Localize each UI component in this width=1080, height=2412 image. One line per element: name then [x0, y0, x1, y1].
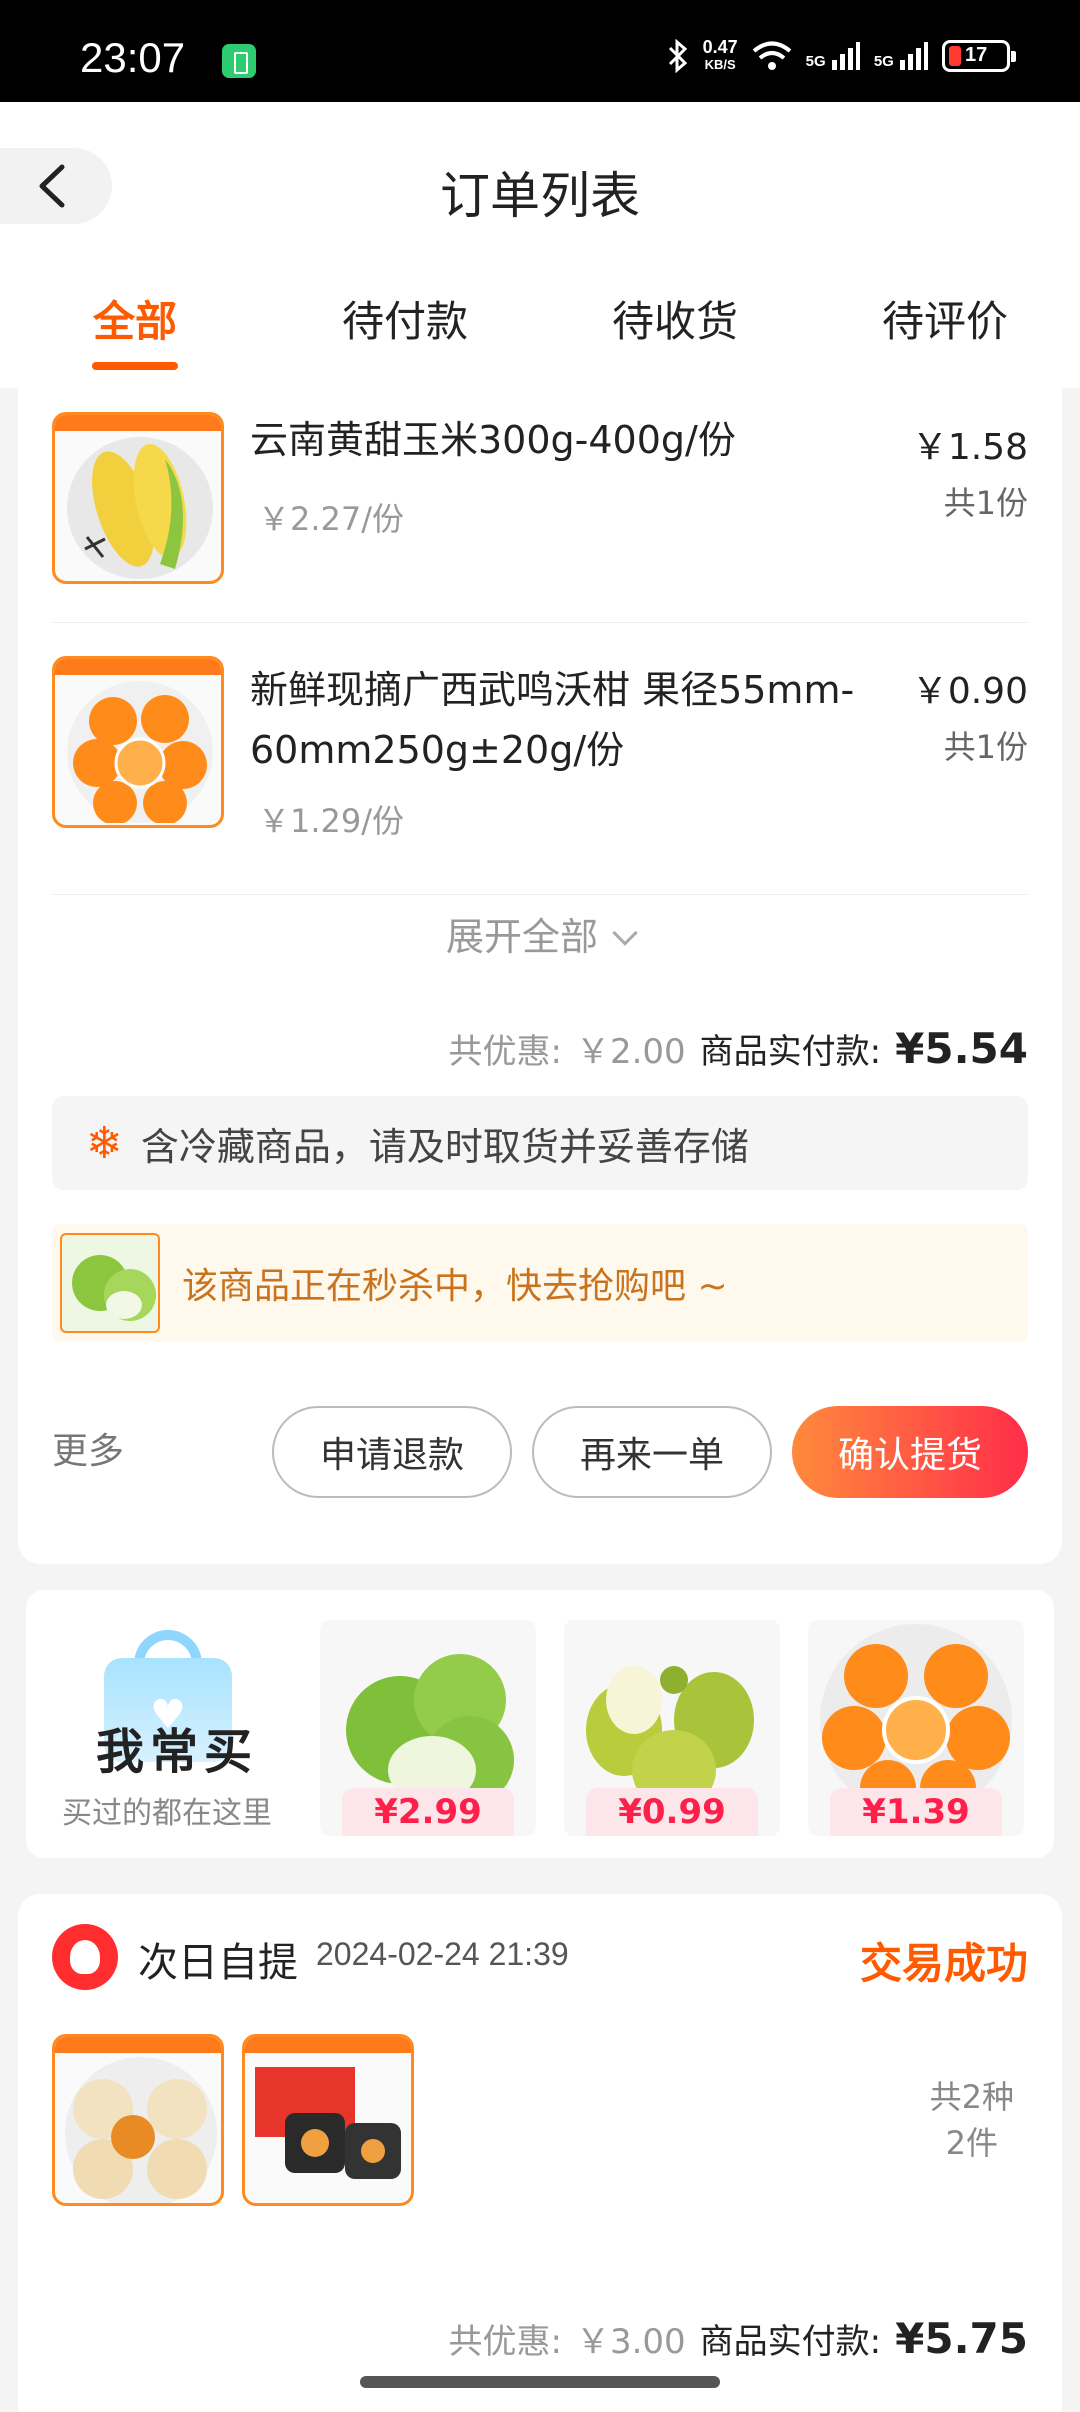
frequently-bought-subtitle: 买过的都在这里 — [62, 1796, 272, 1831]
frequent-product-price: ¥2.99 — [342, 1788, 514, 1836]
item-price: ￥0.90 — [911, 671, 1028, 712]
refund-button[interactable]: 申请退款 — [272, 1406, 512, 1498]
shop-logo-icon — [52, 1924, 118, 1990]
tab-pending-review[interactable]: 待评价 — [845, 288, 1045, 349]
item-price: ￥1.58 — [911, 427, 1028, 468]
item-name[interactable]: 新鲜现摘广西武鸣沃柑 果径55mm-60mm250g±20g/份 — [250, 660, 910, 780]
product-image-orange[interactable] — [52, 656, 224, 828]
tab-pending-receipt[interactable]: 待收货 — [575, 288, 775, 349]
order-status: 交易成功 — [859, 1939, 1028, 1988]
tab-all[interactable]: 全部 — [35, 288, 235, 349]
more-button[interactable]: 更多 — [52, 1422, 124, 1474]
status-time: 23:07 — [80, 34, 186, 81]
expand-all-button[interactable]: 展开全部 — [18, 906, 1062, 961]
signal-icon: 5G — [806, 42, 860, 70]
order-card[interactable]: 云南黄甜玉米300g-400g/份 ￥2.27/份 ￥1.58 共1份 新鲜现摘… — [18, 388, 1062, 1564]
item-name[interactable]: 云南黄甜玉米300g-400g/份 — [250, 410, 910, 470]
frequent-product-price: ¥0.99 — [586, 1788, 758, 1836]
page-title: 订单列表 — [440, 167, 640, 225]
frequently-bought-title: 我常买 — [96, 1724, 259, 1780]
item-unit-price: ￥2.27/份 — [258, 500, 405, 538]
frequent-product-price: ¥1.39 — [830, 1788, 1002, 1836]
product-image-corn[interactable] — [52, 412, 224, 584]
cold-storage-notice: ❄ 含冷藏商品，请及时取货并妥善存储 — [52, 1096, 1028, 1190]
flash-product-thumbnail — [60, 1233, 160, 1333]
battery-saver-icon — [222, 44, 256, 78]
confirm-pickup-button[interactable]: 确认提货 — [792, 1406, 1028, 1498]
chevron-down-icon — [612, 920, 638, 946]
item-quantity: 共1份 — [943, 728, 1028, 766]
flash-sale-text: 该商品正在秒杀中，快去抢购吧 ~ — [182, 1266, 728, 1307]
net-speed: 0.47 KB/S — [702, 37, 738, 72]
page-header: 订单列表 全部 待付款 待收货 待评价 — [0, 102, 1080, 388]
signal-icon-2: 5G — [874, 42, 928, 70]
home-indicator[interactable] — [360, 2376, 720, 2388]
reorder-button[interactable]: 再来一单 — [532, 1406, 772, 1498]
active-tab-indicator — [92, 362, 178, 370]
item-quantity: 共1份 — [943, 484, 1028, 522]
order-time: 2024-02-24 21:39 — [316, 1936, 569, 1972]
divider — [52, 622, 1028, 623]
bluetooth-icon — [668, 39, 687, 73]
tab-pending-payment[interactable]: 待付款 — [305, 288, 505, 349]
flash-sale-banner[interactable]: 该商品正在秒杀中，快去抢购吧 ~ — [52, 1224, 1028, 1342]
snowflake-icon: ❄ — [86, 1117, 123, 1169]
item-count: 共2种 2件 — [929, 2078, 1014, 2162]
status-icons: 0.47 KB/S 5G 5G 17 — [667, 36, 1016, 76]
product-image-buns[interactable] — [52, 2034, 224, 2206]
status-bar: 23:07 0.47 KB/S 5G 5G 17 — [0, 0, 1080, 102]
item-unit-price: ￥1.29/份 — [258, 802, 405, 840]
battery-icon: 17 — [942, 40, 1016, 72]
frequent-product[interactable]: ¥0.99 — [564, 1620, 780, 1836]
wifi-icon — [752, 41, 791, 70]
divider — [52, 894, 1028, 895]
order-summary: 共优惠: ￥3.00 商品实付款: ¥5.75 — [448, 2314, 1029, 2363]
frequent-product[interactable]: ¥2.99 — [320, 1620, 536, 1836]
order-card[interactable]: 次日自提 2024-02-24 21:39 交易成功 共2种 2件 共优惠: ￥… — [18, 1894, 1062, 2412]
shop-name: 次日自提 — [138, 1940, 298, 1986]
product-image-rice-roll[interactable] — [242, 2034, 414, 2206]
frequently-bought-section[interactable]: ♥ 我常买 买过的都在这里 ¥2.99 ¥0.99 ¥1.39 — [26, 1590, 1054, 1858]
frequent-product[interactable]: ¥1.39 — [808, 1620, 1024, 1836]
order-summary: 共优惠: ￥2.00 商品实付款: ¥5.54 — [448, 1024, 1029, 1073]
order-tabs: 全部 待付款 待收货 待评价 — [0, 288, 1080, 368]
